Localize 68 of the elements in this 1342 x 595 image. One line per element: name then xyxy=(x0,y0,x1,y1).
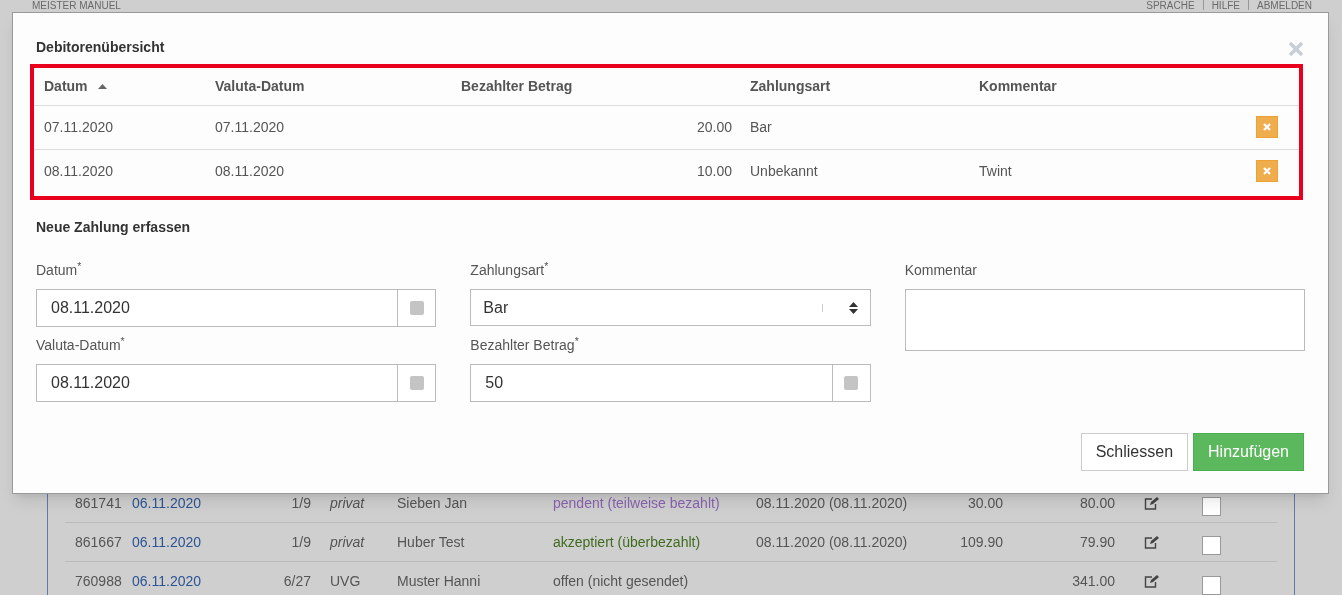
table-cell: 30.00 xyxy=(967,494,1003,511)
brand-name: MEISTER MANUEL xyxy=(31,0,121,11)
field-label: Zahlungsart$^{*}$ xyxy=(470,260,550,280)
column-header[interactable]: Datum xyxy=(44,75,107,97)
table-cell: 861741 xyxy=(75,494,122,511)
header-link[interactable]: SPRACHE xyxy=(1146,0,1195,11)
delete-button[interactable] xyxy=(1256,160,1278,183)
table-cell: Muster Hanni xyxy=(397,573,481,589)
date-link[interactable]: 06.11.2020 xyxy=(132,494,202,511)
table-cell: 20.00 xyxy=(696,118,732,135)
table-cell: 10.00 xyxy=(696,162,732,179)
table-cell: 79.90 xyxy=(1079,533,1115,550)
column-header: Bezahlter Betrag xyxy=(461,76,573,96)
table-cell: 07.11.2020 xyxy=(44,118,114,135)
edit-icon[interactable] xyxy=(1144,496,1159,510)
table-cell: 1/9 xyxy=(291,533,311,550)
header-link[interactable]: ABMELDEN xyxy=(1257,0,1312,11)
table-cell: 760988 xyxy=(75,573,122,589)
checkbox[interactable] xyxy=(1202,536,1221,555)
table-cell: 861667 xyxy=(75,533,122,550)
column-header: Valuta-Datum xyxy=(215,76,305,96)
payment-type-select[interactable]: Bar xyxy=(470,289,871,326)
column-header: Zahlungsart xyxy=(750,76,831,96)
status-text: offen (nicht gesendet) xyxy=(553,573,689,589)
table-cell: 341.00 xyxy=(1072,573,1115,589)
checkbox[interactable] xyxy=(1202,497,1221,516)
table-cell: 1/9 xyxy=(291,494,311,511)
table-cell: Twint xyxy=(979,162,1012,179)
field-label: Datum$^{*}$ xyxy=(36,260,83,280)
field-label: Valuta-Datum$^{*}$ xyxy=(36,335,126,355)
x-icon xyxy=(1263,123,1271,132)
table-cell: Huber Test xyxy=(397,533,465,550)
comment-field[interactable] xyxy=(904,289,1305,351)
section-title: Neue Zahlung erfassen xyxy=(36,218,192,237)
table-cell: privat xyxy=(330,494,365,511)
status-text: pendent (teilweise bezahlt) xyxy=(553,494,720,511)
date-link[interactable]: 06.11.2020 xyxy=(132,573,202,589)
close-button[interactable]: Schliessen xyxy=(1080,433,1189,471)
column-header: Kommentar xyxy=(979,76,1057,96)
square-icon xyxy=(409,301,424,315)
square-icon xyxy=(409,376,424,390)
table-cell: UVG xyxy=(330,573,361,589)
header-link[interactable]: HILFE xyxy=(1211,0,1240,11)
table-cell: Unbekannt xyxy=(750,162,818,179)
table-cell: Bar xyxy=(750,118,772,135)
delete-button[interactable] xyxy=(1256,116,1278,139)
dialog-title: Debitorenübersicht xyxy=(36,38,165,57)
x-icon xyxy=(1263,167,1271,176)
status-text: akzeptiert (überbezahlt) xyxy=(553,533,701,550)
edit-icon[interactable] xyxy=(1144,575,1159,588)
table-cell: 109.90 xyxy=(960,533,1003,550)
square-icon xyxy=(844,376,859,390)
checkbox[interactable] xyxy=(1202,575,1221,595)
table-cell: 80.00 xyxy=(1079,494,1115,511)
table-cell: 08.11.2020 xyxy=(44,162,114,179)
table-cell: privat xyxy=(330,533,365,550)
table-cell: 08.11.2020 xyxy=(215,162,285,179)
table-cell: 07.11.2020 xyxy=(215,118,285,135)
field-label: Bezahlter Betrag$^{*}$ xyxy=(470,335,580,355)
field-label: Kommentar xyxy=(904,261,978,280)
table-cell: 08.11.2020 (08.11.2020) xyxy=(756,494,908,511)
close-icon[interactable] xyxy=(1288,41,1304,57)
table-cell: 6/27 xyxy=(283,573,311,589)
edit-icon[interactable] xyxy=(1144,535,1159,549)
table-cell: Sieben Jan xyxy=(397,494,468,511)
table-cell: 08.11.2020 (08.11.2020) xyxy=(756,533,908,550)
sort-arrows-icon xyxy=(848,301,858,314)
date-link[interactable]: 06.11.2020 xyxy=(132,533,202,550)
